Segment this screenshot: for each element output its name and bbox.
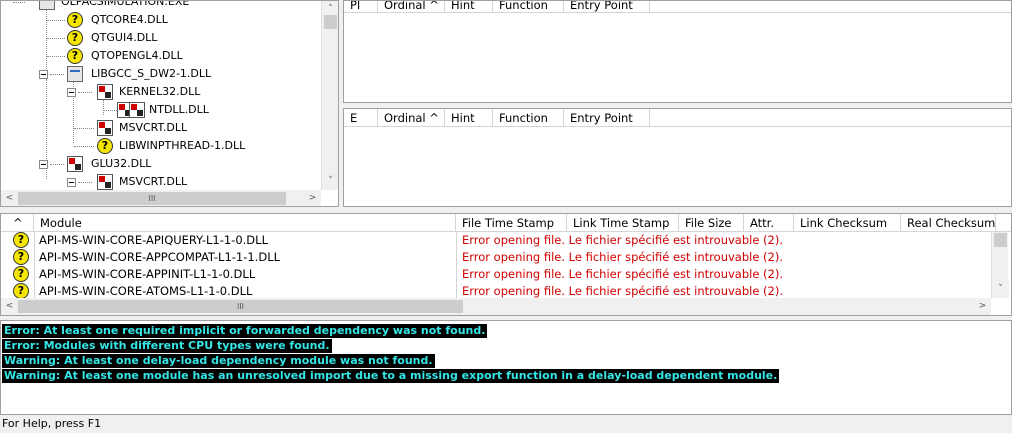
scroll-down-button[interactable]: ˅ bbox=[992, 281, 1009, 298]
column-header-function[interactable]: Function bbox=[493, 1, 564, 13]
table-row[interactable]: ? API-MS-WIN-CORE-APPINIT-L1-1-0.DLL Err… bbox=[1, 266, 991, 283]
dependency-tree[interactable]: OLPACSIMULATION.EXE ? QTCORE4.DLL ? QTGU… bbox=[0, 0, 339, 207]
tree-node-label: KERNEL32.DLL bbox=[119, 85, 201, 98]
module-error: Error opening file. Le fichier spécifié … bbox=[462, 233, 784, 247]
missing-module-icon: ? bbox=[97, 138, 113, 154]
tree-node-label: NTDLL.DLL bbox=[149, 103, 209, 116]
missing-module-icon: ? bbox=[67, 48, 83, 64]
module-name: API-MS-WIN-CORE-APIQUERY-L1-1-0.DLL bbox=[39, 233, 268, 247]
module-list-header: ^ Module File Time Stamp Link Time Stamp… bbox=[1, 214, 1011, 232]
dll-icon bbox=[67, 66, 83, 82]
missing-module-icon: ? bbox=[13, 266, 29, 282]
tree-horizontal-scrollbar[interactable]: < III > bbox=[1, 190, 321, 206]
tree-node-label: QTCORE4.DLL bbox=[91, 13, 168, 26]
collapse-toggle[interactable] bbox=[67, 88, 76, 97]
tree-vertical-scrollbar[interactable]: ˄ ˅ bbox=[321, 1, 338, 190]
status-bar: For Help, press F1 bbox=[0, 415, 1012, 431]
missing-module-icon: ? bbox=[67, 30, 83, 46]
column-header-module[interactable]: Module bbox=[34, 214, 456, 232]
scroll-thumb[interactable]: III bbox=[18, 300, 463, 313]
imports-list[interactable]: PI Ordinal ^ Hint Function Entry Point bbox=[343, 0, 1012, 103]
scroll-left-button[interactable]: < bbox=[1, 190, 18, 206]
tree-node-label: LIBWINPTHREAD-1.DLL bbox=[119, 139, 246, 152]
scroll-thumb[interactable]: III bbox=[18, 192, 286, 205]
system-dll-icon bbox=[97, 120, 113, 136]
system-dll-icon bbox=[67, 156, 83, 172]
exports-header: E Ordinal ^ Hint Function Entry Point bbox=[344, 109, 1011, 127]
column-header-file-size[interactable]: File Size bbox=[679, 214, 744, 232]
log-pane[interactable]: Error: At least one required implicit or… bbox=[0, 320, 1012, 415]
status-text: For Help, press F1 bbox=[2, 417, 102, 430]
column-header-pi[interactable]: PI bbox=[344, 1, 378, 13]
imports-header: PI Ordinal ^ Hint Function Entry Point bbox=[344, 1, 1011, 13]
module-list[interactable]: ^ Module File Time Stamp Link Time Stamp… bbox=[0, 213, 1012, 316]
system-dll-icon bbox=[129, 102, 145, 118]
log-line-error: Error: Modules with different CPU types … bbox=[2, 339, 332, 353]
missing-module-icon: ? bbox=[13, 232, 29, 248]
column-header-attr[interactable]: Attr. bbox=[744, 214, 794, 232]
module-error: Error opening file. Le fichier spécifié … bbox=[462, 267, 784, 281]
module-error: Error opening file. Le fichier spécifié … bbox=[462, 250, 784, 264]
column-header-e[interactable]: E bbox=[344, 109, 378, 127]
tree-node-label: LIBGCC_S_DW2-1.DLL bbox=[91, 67, 212, 80]
tree-node-label: OLPACSIMULATION.EXE bbox=[61, 0, 190, 8]
column-header-real-checksum[interactable]: Real Checksum bbox=[901, 214, 996, 232]
column-header-entry-point[interactable]: Entry Point bbox=[564, 109, 650, 127]
scroll-right-button[interactable]: > bbox=[974, 298, 991, 315]
module-vertical-scrollbar[interactable]: ˅ bbox=[991, 232, 1009, 298]
missing-module-icon: ? bbox=[13, 283, 29, 299]
tree-node-label: MSVCRT.DLL bbox=[119, 121, 188, 134]
module-name: API-MS-WIN-CORE-APPCOMPAT-L1-1-1.DLL bbox=[39, 250, 281, 264]
tree-node-label: QTOPENGL4.DLL bbox=[91, 49, 183, 62]
scroll-thumb[interactable] bbox=[324, 15, 337, 29]
system-dll-icon bbox=[97, 174, 113, 190]
collapse-toggle[interactable] bbox=[67, 178, 76, 187]
column-header-file-time-stamp[interactable]: File Time Stamp bbox=[456, 214, 567, 232]
module-name: API-MS-WIN-CORE-APPINIT-L1-1-0.DLL bbox=[39, 267, 256, 281]
tree-line bbox=[46, 7, 47, 77]
table-row[interactable]: ? API-MS-WIN-CORE-APIQUERY-L1-1-0.DLL Er… bbox=[1, 232, 991, 249]
column-header-sort[interactable]: ^ bbox=[1, 214, 34, 232]
log-line-warning: Warning: At least one module has an unre… bbox=[2, 369, 780, 383]
column-header-function[interactable]: Function bbox=[493, 109, 564, 127]
column-header-entry-point[interactable]: Entry Point bbox=[564, 1, 650, 13]
system-dll-icon bbox=[97, 84, 113, 100]
exe-icon bbox=[39, 1, 55, 10]
scroll-thumb[interactable] bbox=[994, 233, 1007, 247]
collapse-toggle[interactable] bbox=[39, 70, 48, 79]
missing-module-icon: ? bbox=[13, 249, 29, 265]
scroll-left-button[interactable]: < bbox=[1, 298, 18, 315]
log-line-warning: Warning: At least one delay-load depende… bbox=[2, 354, 435, 368]
column-header-hint[interactable]: Hint bbox=[445, 1, 493, 13]
column-header-link-checksum[interactable]: Link Checksum bbox=[794, 214, 901, 232]
missing-module-icon: ? bbox=[67, 12, 83, 28]
collapse-toggle[interactable] bbox=[39, 160, 48, 169]
tree-node-label: MSVCRT.DLL bbox=[119, 175, 188, 188]
column-header-ordinal[interactable]: Ordinal ^ bbox=[378, 109, 445, 127]
scroll-right-button[interactable]: > bbox=[304, 190, 321, 206]
tree-node-label: GLU32.DLL bbox=[91, 157, 152, 170]
table-row[interactable]: ? API-MS-WIN-CORE-APPCOMPAT-L1-1-1.DLL E… bbox=[1, 249, 991, 266]
exports-list[interactable]: E Ordinal ^ Hint Function Entry Point bbox=[343, 108, 1012, 207]
tree-node-label: QTGUI4.DLL bbox=[91, 31, 158, 44]
scroll-down-button[interactable]: ˅ bbox=[322, 173, 338, 190]
column-header-link-time-stamp[interactable]: Link Time Stamp bbox=[567, 214, 679, 232]
module-horizontal-scrollbar[interactable]: < III > bbox=[1, 298, 991, 315]
column-header-hint[interactable]: Hint bbox=[445, 109, 493, 127]
log-line-error: Error: At least one required implicit or… bbox=[2, 324, 488, 338]
column-header-ordinal[interactable]: Ordinal ^ bbox=[378, 1, 445, 13]
